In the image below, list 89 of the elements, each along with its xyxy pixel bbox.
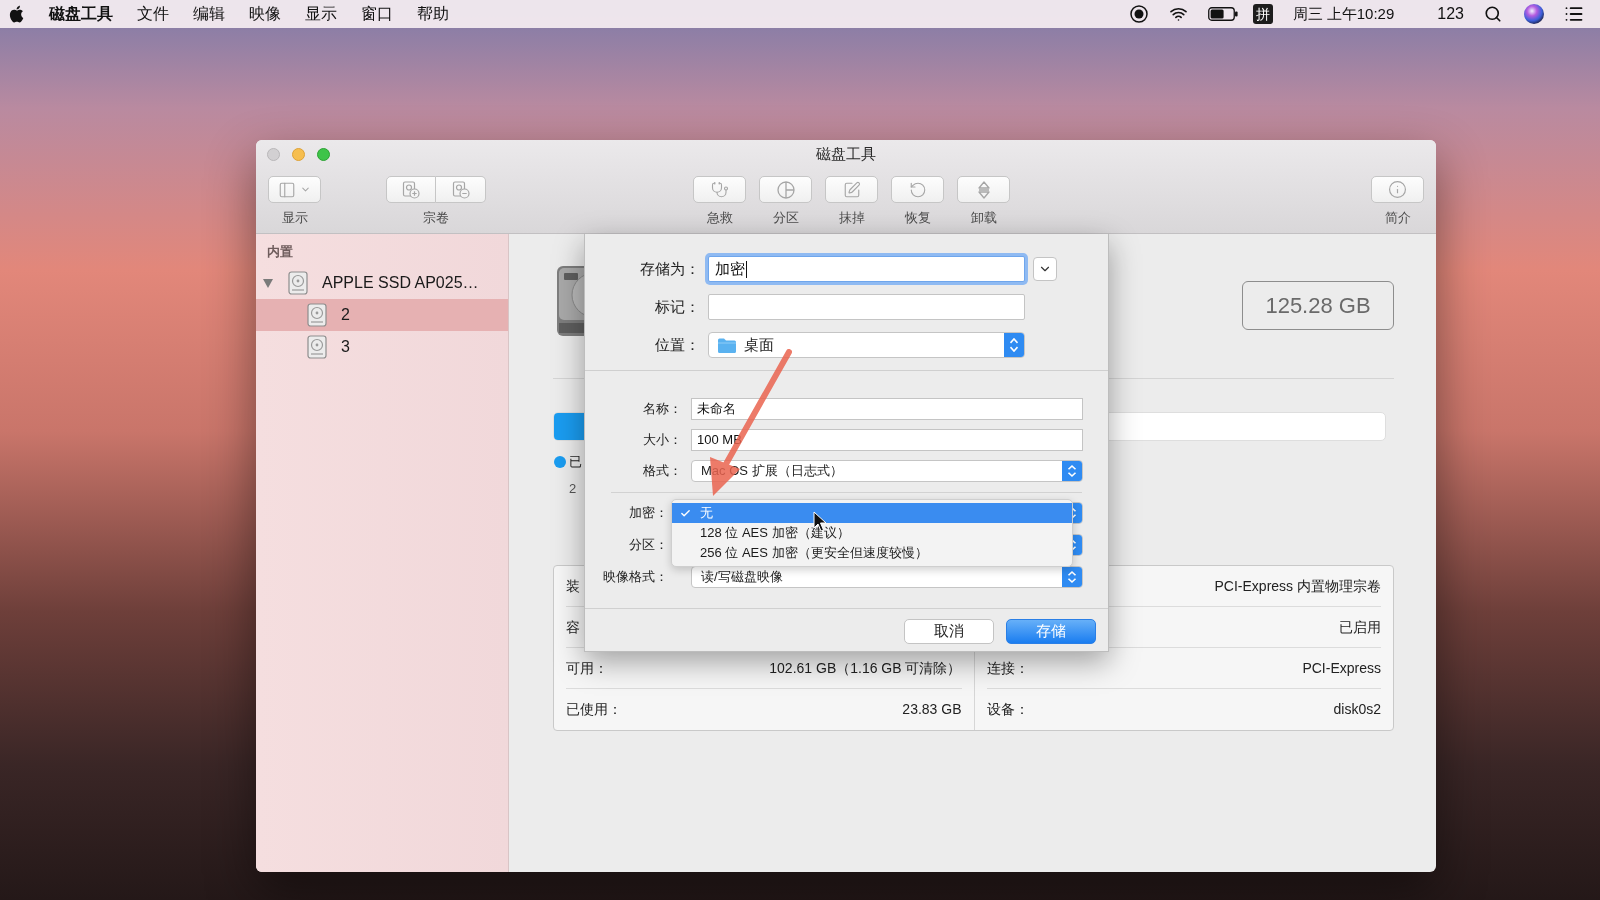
info-value: PCI-Express: [1302, 658, 1381, 678]
menu-option[interactable]: 256 位 AES 加密（更安全但速度较慢）: [672, 543, 1072, 563]
erase-button[interactable]: [825, 176, 878, 203]
user-name[interactable]: 123: [1437, 2, 1464, 26]
sidebar-section-header: 内置: [267, 244, 293, 260]
info-button[interactable]: [1371, 176, 1424, 203]
sidebar-item[interactable]: 3: [256, 331, 508, 363]
minimize-button[interactable]: [292, 147, 305, 161]
info-label: 容: [566, 617, 580, 637]
field-label: 格式：: [642, 462, 682, 481]
expand-button[interactable]: [1033, 257, 1057, 281]
toolbar-label: 抹掉: [838, 211, 865, 225]
tags-field[interactable]: [708, 294, 1025, 320]
battery-icon[interactable]: [1207, 7, 1238, 21]
sidebar-toggle-button[interactable]: [268, 176, 321, 203]
capacity-label: 125.28 GB: [1242, 281, 1394, 330]
popup-button[interactable]: 读/写磁盘映像: [691, 566, 1083, 588]
folder-icon: [718, 337, 736, 353]
cancel-button[interactable]: 取消: [904, 619, 994, 644]
field-label: 位置：: [654, 334, 700, 355]
field-label: 大小：: [642, 431, 682, 450]
close-button[interactable]: [267, 147, 280, 161]
add-volume-button[interactable]: [386, 176, 436, 203]
up-down-chevron-icon: [1004, 333, 1024, 357]
stethoscope-icon: [710, 180, 729, 199]
toolbar-label: 简介: [1384, 211, 1411, 225]
info-label: 可用：: [566, 658, 608, 678]
field-label: 映像格式：: [602, 568, 669, 587]
pie-chart-icon: [776, 180, 795, 199]
first-aid-button[interactable]: [693, 176, 746, 203]
save-as-field[interactable]: 加密: [708, 256, 1025, 282]
info-value: 102.61 GB（1.16 GB 可清除）: [769, 658, 962, 678]
info-value: disk0s2: [1333, 700, 1381, 719]
field-label: 存储为：: [639, 258, 700, 279]
text-cursor-icon: [746, 260, 747, 278]
restore-button[interactable]: [891, 176, 944, 203]
info-value: 已启用: [1339, 617, 1381, 637]
info-label: 设备：: [986, 700, 1029, 719]
menu-item[interactable]: 文件: [137, 2, 169, 26]
legend-label: 已: [569, 455, 582, 469]
legend-value: 2: [569, 482, 577, 496]
list-icon[interactable]: [1564, 4, 1584, 24]
field-label: 加密：: [628, 504, 669, 523]
toolbar-label: 宗卷: [423, 211, 449, 225]
toolbar-label: 恢复: [904, 211, 931, 225]
info-label: 已使用：: [566, 700, 622, 719]
search-icon[interactable]: [1484, 5, 1502, 23]
info-value: PCI-Express 内置物理宗卷: [1214, 576, 1381, 596]
input-method-badge[interactable]: 拼: [1252, 4, 1273, 24]
location-popup[interactable]: 桌面: [708, 332, 1025, 358]
toolbar-label: 显示: [281, 211, 308, 225]
menu-item[interactable]: 显示: [305, 2, 337, 26]
chevron-down-icon: [300, 184, 311, 195]
remove-volume-button[interactable]: [436, 176, 486, 203]
field-label: 名称：: [642, 400, 682, 419]
up-down-arrow-icon: [976, 180, 991, 199]
menu-item[interactable]: 帮助: [417, 2, 449, 26]
field-label: 分区：: [628, 536, 669, 555]
partition-button[interactable]: [759, 176, 812, 203]
info-value: 23.83 GB: [902, 700, 962, 719]
menu-clock[interactable]: 周三 上午10:29: [1292, 2, 1395, 26]
info-label: 装: [566, 576, 580, 596]
wifi-icon[interactable]: [1167, 5, 1189, 23]
toolbar-label: 分区: [772, 211, 799, 225]
record-icon[interactable]: [1129, 5, 1148, 23]
sidebar-item[interactable]: APPLE SSD AP025…: [256, 267, 508, 299]
disk-plus-icon: [402, 180, 420, 199]
unmount-button[interactable]: [957, 176, 1010, 203]
info-icon: [1388, 180, 1407, 199]
field-label: 标记：: [654, 296, 700, 317]
window-title: 磁盘工具: [816, 143, 876, 164]
text-field[interactable]: 未命名: [691, 398, 1083, 420]
disk-minus-icon: [451, 180, 470, 199]
info-label: 连接：: [986, 658, 1029, 678]
menu-item[interactable]: 窗口: [361, 2, 393, 26]
menu-item[interactable]: 映像: [249, 2, 281, 26]
toolbar-label: 急救: [706, 211, 733, 225]
colorful-orb-icon[interactable]: [1524, 4, 1544, 24]
disclosure-triangle-icon[interactable]: [263, 278, 273, 288]
sidebar-icon: [278, 180, 296, 199]
zoom-button[interactable]: [317, 147, 330, 161]
app-menu[interactable]: 磁盘工具: [49, 2, 113, 26]
square-pen-icon: [842, 180, 861, 199]
menu-item[interactable]: 编辑: [193, 2, 225, 26]
counterclockwise-arrow-icon: [908, 180, 927, 199]
toolbar-label: 卸载: [970, 211, 997, 225]
apple-logo-icon[interactable]: [9, 5, 24, 23]
sidebar-item[interactable]: 2: [256, 299, 508, 331]
checkmark-icon: [680, 507, 691, 519]
